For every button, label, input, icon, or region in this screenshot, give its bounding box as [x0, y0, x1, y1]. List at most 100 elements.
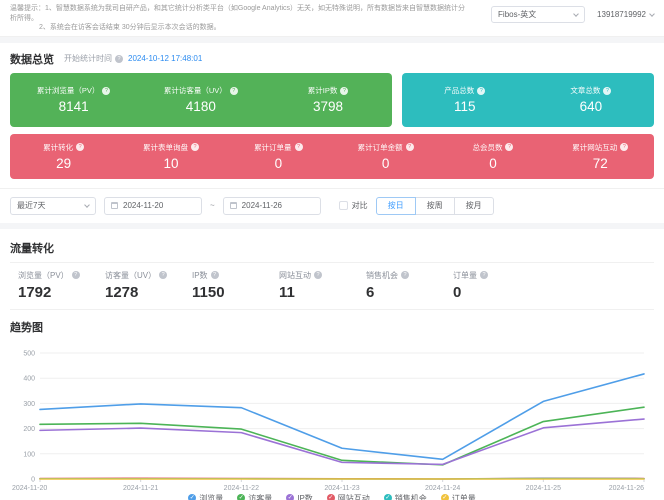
top-header: 温馨提示：1、智慧数据系统为我司自研产品，和其它统计分析类平台（如Google … — [0, 0, 664, 37]
stat-uv-total: 累计访客量（UV）? 4180 — [137, 85, 264, 114]
info-icon[interactable]: ? — [115, 55, 123, 63]
stat-form-inquiry-total: 累计表单询盘? 10 — [117, 142, 224, 171]
compare-toggle[interactable]: 对比 — [339, 200, 368, 211]
metric-pv: 浏览量（PV）? 1792 — [18, 270, 105, 301]
svg-text:2024-11-22: 2024-11-22 — [224, 485, 259, 491]
granularity-by-day-button[interactable]: 按日 — [376, 197, 416, 215]
svg-text:500: 500 — [23, 350, 35, 357]
svg-text:300: 300 — [23, 400, 35, 407]
stat-value: 8141 — [10, 99, 137, 114]
metric-value: 6 — [366, 284, 453, 301]
svg-text:2024-11-24: 2024-11-24 — [425, 485, 460, 491]
metric-sales-lead: 销售机会? 6 — [366, 270, 453, 301]
overview-title: 数据总览 — [10, 51, 54, 67]
metric-order: 订单量? 0 — [453, 270, 540, 301]
svg-text:2024-11-26: 2024-11-26 — [609, 485, 644, 491]
legend-label: 浏览量 — [199, 493, 223, 500]
info-icon[interactable]: ? — [159, 271, 167, 279]
date-from-input[interactable]: 2024-11-20 — [104, 197, 202, 215]
info-icon[interactable]: ? — [480, 271, 488, 279]
svg-text:0: 0 — [31, 476, 35, 483]
info-icon[interactable]: ? — [340, 87, 348, 95]
trend-section-title: 趋势图 — [10, 319, 654, 335]
traffic-conversion-section: 流量转化 浏览量（PV）? 1792 访客量（UV）? 1278 IP数? 11… — [0, 229, 664, 310]
info-icon[interactable]: ? — [314, 271, 322, 279]
metric-value: 0 — [453, 284, 540, 301]
info-icon[interactable]: ? — [603, 87, 611, 95]
metric-interaction: 网站互动? 11 — [279, 270, 366, 301]
account-number: 13918719992 — [597, 10, 646, 19]
notice-text: 温馨提示：1、智慧数据系统为我司自研产品，和其它统计分析类平台（如Google … — [10, 4, 470, 33]
stat-value: 72 — [547, 156, 654, 171]
legend-item-销售机会[interactable]: ✓销售机会 — [384, 493, 427, 500]
stat-value: 0 — [332, 156, 439, 171]
notice-line-1: 温馨提示：1、智慧数据系统为我司自研产品，和其它统计分析类平台（如Google … — [10, 4, 470, 23]
info-icon[interactable]: ? — [76, 143, 84, 151]
metric-value: 1278 — [105, 284, 192, 301]
svg-text:200: 200 — [23, 426, 35, 433]
compare-label: 对比 — [352, 200, 368, 211]
stat-value: 10 — [117, 156, 224, 171]
svg-text:400: 400 — [23, 375, 35, 382]
stat-member-total: 总会员数? 0 — [439, 142, 546, 171]
data-overview-section: 数据总览 开始统计时间 ? 2024-10-12 17:48:01 累计浏览量（… — [0, 51, 664, 179]
stat-article-total: 文章总数? 640 — [528, 85, 654, 114]
legend-item-访客量[interactable]: ✓访客量 — [237, 493, 272, 500]
calendar-icon — [230, 202, 237, 209]
info-icon[interactable]: ? — [295, 143, 303, 151]
info-icon[interactable]: ? — [505, 143, 513, 151]
info-icon[interactable]: ? — [191, 143, 199, 151]
info-icon[interactable]: ? — [406, 143, 414, 151]
info-icon[interactable]: ? — [230, 87, 238, 95]
legend-label: IP数 — [297, 493, 313, 500]
legend-check-icon: ✓ — [327, 494, 335, 500]
date-range-preset-select[interactable]: 最近7天 — [10, 197, 96, 215]
account-menu[interactable]: 13918719992 — [597, 10, 654, 19]
info-icon[interactable]: ? — [620, 143, 628, 151]
trend-line-chart[interactable]: 01002003004005002024-11-202024-11-212024… — [10, 339, 654, 491]
content-stats-card: 产品总数? 115 文章总数? 640 — [402, 73, 654, 127]
trend-chart-section: 趋势图 01002003004005002024-11-202024-11-21… — [0, 310, 664, 500]
granularity-by-month-button[interactable]: 按月 — [455, 197, 494, 215]
date-to-input[interactable]: 2024-11-26 — [223, 197, 321, 215]
legend-check-icon: ✓ — [441, 494, 449, 500]
legend-item-浏览量[interactable]: ✓浏览量 — [188, 493, 223, 500]
stat-value: 3798 — [264, 99, 391, 114]
info-icon[interactable]: ? — [401, 271, 409, 279]
info-icon[interactable]: ? — [211, 271, 219, 279]
granularity-by-week-button[interactable]: 按周 — [416, 197, 455, 215]
svg-text:100: 100 — [23, 451, 35, 458]
svg-text:2024-11-20: 2024-11-20 — [12, 485, 47, 491]
stat-order-amount-total: 累计订单金额? 0 — [332, 142, 439, 171]
metric-uv: 访客量（UV）? 1278 — [105, 270, 192, 301]
svg-text:2024-11-25: 2024-11-25 — [526, 485, 561, 491]
legend-item-IP数[interactable]: ✓IP数 — [286, 493, 313, 500]
stat-conversion-total: 累计转化? 29 — [10, 142, 117, 171]
stat-ip-total: 累计IP数? 3798 — [264, 85, 391, 114]
info-icon[interactable]: ? — [72, 271, 80, 279]
legend-check-icon: ✓ — [286, 494, 294, 500]
stat-value: 29 — [10, 156, 117, 171]
info-icon[interactable]: ? — [477, 87, 485, 95]
site-selector[interactable]: Fibos-英文 — [491, 6, 585, 23]
compare-checkbox[interactable] — [339, 201, 348, 210]
metric-value: 1150 — [192, 284, 279, 301]
chevron-down-icon — [649, 11, 655, 17]
metric-value: 1792 — [18, 284, 105, 301]
legend-item-订单量[interactable]: ✓订单量 — [441, 493, 476, 500]
legend-check-icon: ✓ — [188, 494, 196, 500]
date-to-value: 2024-11-26 — [242, 201, 282, 210]
chevron-down-icon — [84, 202, 90, 208]
legend-item-网站互动[interactable]: ✓网站互动 — [327, 493, 370, 500]
stat-value: 0 — [225, 156, 332, 171]
calendar-icon — [111, 202, 118, 209]
chevron-down-icon — [573, 11, 579, 17]
info-icon[interactable]: ? — [102, 87, 110, 95]
stat-value: 640 — [528, 99, 654, 114]
range-separator: ~ — [210, 201, 215, 210]
metric-value: 11 — [279, 284, 366, 301]
legend-check-icon: ✓ — [384, 494, 392, 500]
filter-toolbar: 最近7天 2024-11-20 ~ 2024-11-26 对比 按日 按周 按月 — [0, 188, 664, 223]
traffic-section-title: 流量转化 — [10, 240, 654, 256]
metric-ip: IP数? 1150 — [192, 270, 279, 301]
